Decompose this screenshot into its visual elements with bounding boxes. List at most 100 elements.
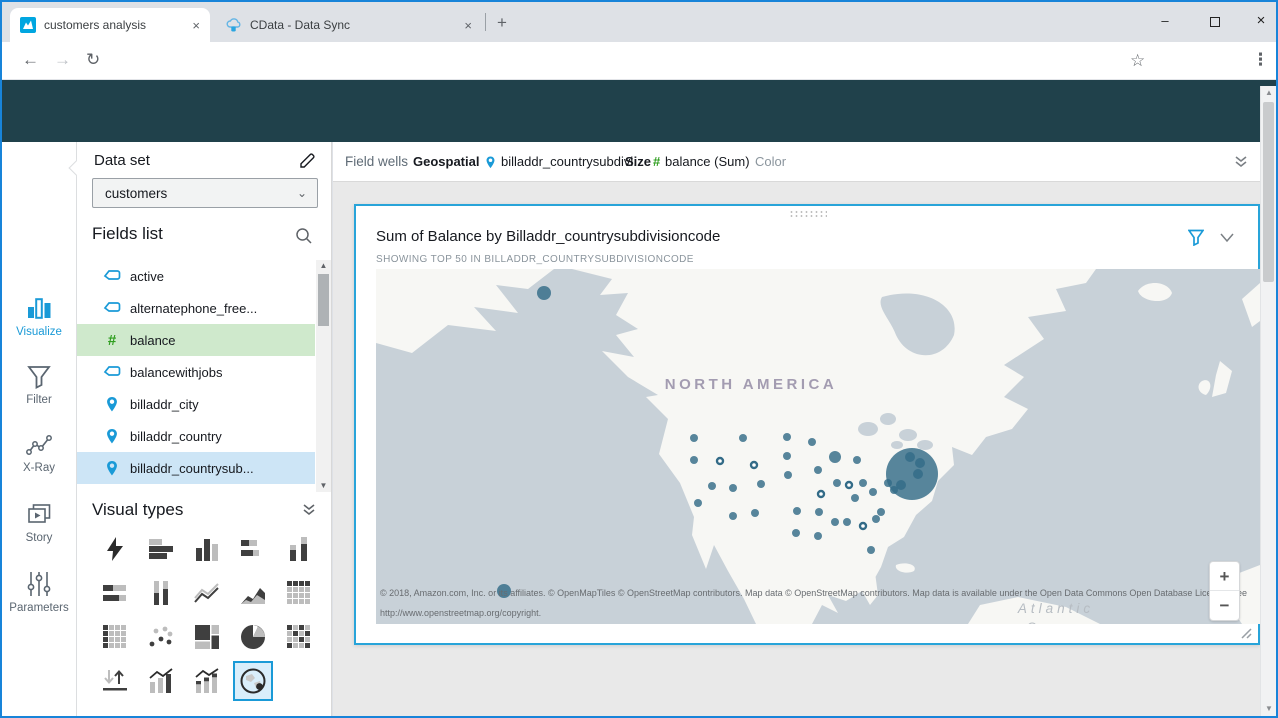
- visual-type-horizontal-bar[interactable]: [144, 532, 178, 566]
- field-row-billaddr-country[interactable]: billaddr_country: [77, 420, 315, 452]
- boolean-field-icon: [102, 269, 122, 283]
- field-row-billaddr-city[interactable]: billaddr_city: [77, 388, 315, 420]
- tab-title: customers analysis: [44, 18, 182, 32]
- rail-label: Visualize: [16, 326, 62, 338]
- rail-label: X-Ray: [23, 462, 55, 474]
- tab-cdata-data-sync[interactable]: CData - Data Sync ×: [216, 8, 482, 42]
- geospatial-well-label: Geospatial: [413, 154, 479, 169]
- dataset-heading: Data set: [94, 152, 150, 169]
- resize-handle[interactable]: [1239, 626, 1252, 639]
- visual-type-area-line-chart[interactable]: [236, 576, 270, 610]
- visual-type-heat-map[interactable]: [282, 620, 316, 654]
- left-rail: Visualize Filter X-Ray Story Parameters: [2, 142, 77, 718]
- scroll-up-icon[interactable]: ▲: [1261, 86, 1277, 100]
- new-tab-button[interactable]: +: [490, 12, 514, 36]
- fields-scrollbar[interactable]: ▲ ▼: [316, 260, 331, 492]
- rail-label: Filter: [26, 394, 52, 406]
- tab-strip: customers analysis × CData - Data Sync ×…: [2, 2, 1276, 42]
- visual-title: Sum of Balance by Billaddr_countrysubdiv…: [376, 228, 720, 245]
- field-label: alternatephone_free...: [130, 301, 257, 316]
- chrome-menu-icon[interactable]: ⋮: [1252, 50, 1269, 70]
- rail-item-story[interactable]: Story: [2, 502, 76, 544]
- refresh-icon[interactable]: ↻: [86, 50, 100, 70]
- rail-item-visualize[interactable]: Visualize: [2, 294, 76, 338]
- visual-type-combo-bar-line[interactable]: [144, 664, 178, 698]
- field-row-balancewithjobs[interactable]: balancewithjobs: [77, 356, 315, 388]
- expand-double-chevron-icon[interactable]: [1233, 154, 1249, 170]
- visual-menu-chevron-icon[interactable]: [1220, 233, 1234, 243]
- zoom-in-button[interactable]: +: [1210, 562, 1239, 591]
- visual-type-auto-graph[interactable]: [98, 532, 132, 566]
- tab-close-icon[interactable]: ×: [192, 18, 200, 33]
- tab-close-icon[interactable]: ×: [464, 18, 472, 33]
- search-icon[interactable]: [295, 227, 313, 245]
- browser-toolbar: ← → ↻ https://us-east-1.quicksight.aws.a…: [2, 42, 1276, 80]
- tab-customers-analysis[interactable]: customers analysis ×: [10, 8, 210, 42]
- visual-type-pie-chart[interactable]: [236, 620, 270, 654]
- visual-type-line-chart[interactable]: [190, 576, 224, 610]
- rail-item-filter[interactable]: Filter: [2, 364, 76, 406]
- atlantic-label: Atlantic: [976, 599, 1136, 618]
- tab-title: CData - Data Sync: [250, 18, 454, 32]
- field-wells-bar[interactable]: Field wells Geospatial billaddr_countrys…: [333, 142, 1262, 182]
- visual-type-vertical-bar[interactable]: [190, 532, 224, 566]
- map-attribution-line2[interactable]: http://www.openstreetmap.org/copyright.: [380, 608, 541, 618]
- forward-icon[interactable]: →: [54, 50, 71, 70]
- dataset-value: customers: [105, 186, 297, 201]
- field-row-active[interactable]: active: [77, 260, 315, 292]
- scrollbar-thumb[interactable]: [1263, 102, 1274, 282]
- map-region-label: NORTH AMERICA: [656, 372, 846, 397]
- field-row-balance[interactable]: # balance: [77, 324, 315, 356]
- geospatial-well-value[interactable]: billaddr_countrysubdivi...: [501, 154, 644, 169]
- field-label: billaddr_city: [130, 397, 199, 412]
- size-well-value[interactable]: balance (Sum): [665, 154, 750, 169]
- visual-filter-icon[interactable]: [1188, 229, 1204, 246]
- field-label: billaddr_countrysub...: [130, 461, 254, 476]
- field-row-billaddr-countrysub[interactable]: billaddr_countrysub...: [77, 452, 315, 484]
- parameters-icon: [26, 570, 52, 598]
- rail-label: Story: [26, 532, 53, 544]
- visual-type-scatter-plot[interactable]: [144, 620, 178, 654]
- visual-type-geospatial-map[interactable]: [233, 661, 273, 701]
- visual-card[interactable]: Sum of Balance by Billaddr_countrysubdiv…: [354, 204, 1260, 645]
- rail-item-xray[interactable]: X-Ray: [2, 434, 76, 474]
- collapse-double-chevron-icon[interactable]: [301, 502, 317, 518]
- drag-handle[interactable]: [789, 210, 827, 218]
- window-close-button[interactable]: ×: [1238, 2, 1278, 40]
- visual-type-vertical-100-stacked-bar[interactable]: [144, 576, 178, 610]
- field-label: active: [130, 269, 164, 284]
- visual-type-pivot-table[interactable]: [98, 620, 132, 654]
- edit-pencil-icon[interactable]: [299, 152, 316, 169]
- visual-type-vertical-stacked-bar[interactable]: [282, 532, 316, 566]
- measure-hash-icon: #: [102, 332, 122, 349]
- rail-item-parameters[interactable]: Parameters: [2, 570, 76, 614]
- page-scrollbar[interactable]: ▲ ▼: [1260, 86, 1276, 716]
- window-maximize-button[interactable]: [1192, 2, 1238, 40]
- window-minimize-button[interactable]: –: [1142, 2, 1188, 40]
- geo-pin-icon: [102, 460, 122, 477]
- visual-type-combo-stacked-bar-line[interactable]: [190, 664, 224, 698]
- scroll-up-icon[interactable]: ▲: [316, 260, 331, 272]
- field-wells-label: Field wells: [345, 154, 408, 169]
- color-well-label[interactable]: Color: [755, 154, 786, 169]
- visualize-icon: [25, 294, 53, 322]
- geospatial-map-visual[interactable]: NORTH AMERICA Atlantic Ocean © 2018, Ama…: [376, 269, 1260, 624]
- back-icon[interactable]: ←: [22, 50, 39, 70]
- north-america-label: NORTH AMERICA: [665, 376, 837, 393]
- visual-type-tree-map[interactable]: [190, 620, 224, 654]
- scroll-down-icon[interactable]: ▼: [1261, 702, 1277, 716]
- fields-list-heading: Fields list: [92, 224, 163, 244]
- scrollbar-thumb[interactable]: [318, 274, 329, 326]
- field-label: billaddr_country: [130, 429, 222, 444]
- bookmark-star-icon[interactable]: ☆: [1130, 51, 1145, 71]
- field-row-alternatephone[interactable]: alternatephone_free...: [77, 292, 315, 324]
- dataset-select[interactable]: customers ⌄: [92, 178, 318, 208]
- geo-pin-icon: [485, 155, 496, 170]
- visual-type-horizontal-100-stacked-bar[interactable]: [98, 576, 132, 610]
- visual-type-export-kpi[interactable]: [98, 664, 132, 698]
- zoom-out-button[interactable]: −: [1210, 591, 1239, 620]
- cdata-cloud-icon: [226, 17, 242, 33]
- scroll-down-icon[interactable]: ▼: [316, 480, 331, 492]
- visual-type-table[interactable]: [282, 576, 316, 610]
- visual-type-horizontal-stacked-bar[interactable]: [236, 532, 270, 566]
